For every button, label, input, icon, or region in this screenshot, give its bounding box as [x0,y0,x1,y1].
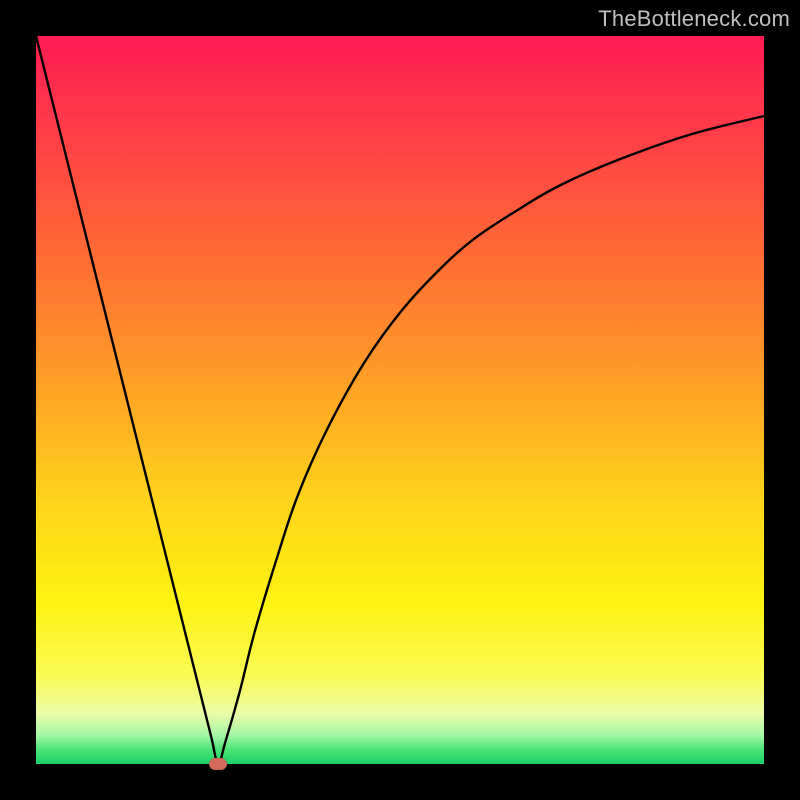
curve-svg [36,36,764,764]
bottleneck-curve [36,36,764,764]
plot-area [36,36,764,764]
watermark-text: TheBottleneck.com [598,6,790,32]
chart-frame: TheBottleneck.com [0,0,800,800]
minimum-marker [209,758,227,770]
